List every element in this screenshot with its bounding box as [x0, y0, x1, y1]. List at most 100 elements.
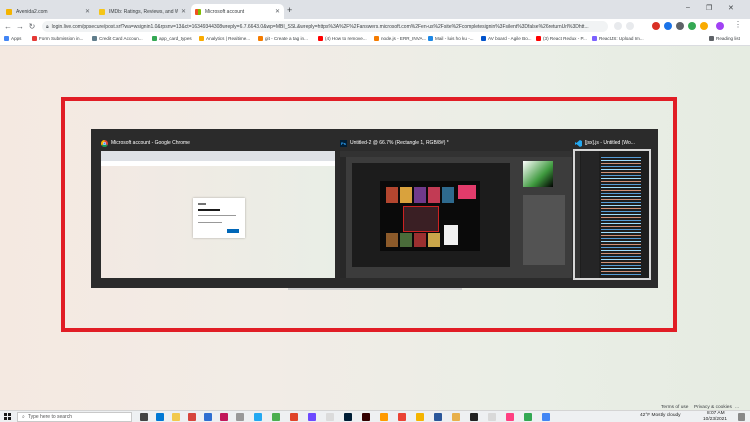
window-title-bar: Ps Untitled-2 @ 66.7% (Rectangle 1, RGB/…: [340, 137, 572, 149]
bookmark-icon: [199, 36, 204, 41]
app-icon[interactable]: [236, 413, 244, 421]
window-title-bar: Microsoft account - Google Chrome: [101, 137, 335, 149]
apps-icon: [4, 36, 9, 41]
bookmark-icon: [592, 36, 597, 41]
extension-icon[interactable]: [652, 22, 660, 30]
tab-microsoft-account[interactable]: Microsoft account ✕: [191, 4, 284, 19]
back-icon[interactable]: ←: [2, 22, 14, 31]
bookmark-item[interactable]: app_card_types: [152, 36, 192, 41]
close-tab-icon[interactable]: ✕: [275, 8, 280, 15]
app-icon[interactable]: [290, 413, 298, 421]
tab-title: Avenida2.com: [16, 8, 48, 15]
app-icon[interactable]: [488, 413, 496, 421]
bookmark-icon: [258, 36, 263, 41]
close-tab-icon[interactable]: ✕: [181, 8, 186, 15]
app-icon[interactable]: [204, 413, 212, 421]
app-icon[interactable]: [470, 413, 478, 421]
bookmark-star-icon[interactable]: [626, 22, 634, 30]
minimize-icon[interactable]: –: [686, 4, 690, 11]
file-explorer-icon[interactable]: [172, 413, 180, 421]
reading-list-icon: [709, 36, 714, 41]
signin-dialog-preview: [193, 198, 245, 238]
edge-icon[interactable]: [156, 413, 164, 421]
mail-icon: [428, 36, 433, 41]
browser-toolbar: ← → ↻ 🔒︎ login.live.com/ppsecure/post.sr…: [0, 19, 750, 34]
window-title: Microsoft account - Google Chrome: [111, 140, 190, 146]
maximize-icon[interactable]: ❐: [706, 4, 712, 12]
task-view-icon[interactable]: [140, 413, 148, 421]
photoshop-taskbar-icon[interactable]: [344, 413, 352, 421]
extension-icon[interactable]: [664, 22, 672, 30]
bookmark-item[interactable]: (3) React Redux - P...: [536, 36, 587, 41]
clock-time[interactable]: 8:07 AM: [707, 411, 725, 416]
tab-imdb[interactable]: IMDb: Ratings, Reviews, and Wh... ✕: [95, 4, 190, 19]
vscode-icon: [575, 139, 582, 147]
bookmark-item[interactable]: Mail - luis ho ku -...: [428, 36, 474, 41]
bookmark-icon: [92, 36, 97, 41]
bookmark-item[interactable]: AV board - Agile Bo...: [481, 36, 532, 41]
canvas-preview: [352, 163, 510, 267]
app-icon[interactable]: [398, 413, 406, 421]
forward-icon[interactable]: →: [14, 22, 26, 31]
switcher-shadow: [288, 288, 462, 290]
bookmark-item[interactable]: Credit Card Accoun...: [92, 36, 143, 41]
clock-date[interactable]: 10/23/2021: [703, 417, 727, 422]
illustrator-taskbar-icon[interactable]: [362, 413, 370, 421]
bookmark-item[interactable]: node.js - ERR_INVA...: [374, 36, 426, 41]
switcher-window-vscode[interactable]: [jsx].js - Untitled (Wo...: [573, 137, 651, 280]
avatar[interactable]: [716, 22, 724, 30]
app-icon[interactable]: [452, 413, 460, 421]
app-icon[interactable]: [524, 413, 532, 421]
taskbar-search[interactable]: ⌕ Type here to search: [17, 412, 132, 422]
app-icon[interactable]: [506, 413, 514, 421]
tab-avenida2[interactable]: Avenida2.com ✕: [2, 4, 94, 19]
close-tab-icon[interactable]: ✕: [85, 8, 90, 15]
bookmark-item[interactable]: (4) How to remove...: [318, 36, 367, 41]
bookmark-item[interactable]: Analytics | Realtime...: [199, 36, 250, 41]
close-window-icon[interactable]: ✕: [728, 4, 734, 12]
app-icon[interactable]: [272, 413, 280, 421]
windows-start-icon[interactable]: [4, 413, 11, 420]
tab-favicon-icon: [6, 8, 12, 15]
reading-list[interactable]: Reading list: [709, 36, 740, 41]
youtube-icon: [318, 36, 323, 41]
app-icon[interactable]: [220, 413, 228, 421]
app-icon[interactable]: [380, 413, 388, 421]
chrome-taskbar-icon[interactable]: [542, 413, 550, 421]
bookmark-icon: [374, 36, 379, 41]
new-tab-button[interactable]: +: [287, 5, 292, 15]
photoshop-icon: Ps: [340, 139, 347, 147]
bookmark-item[interactable]: git - Create a tag in...: [258, 36, 308, 41]
tab-favicon-icon: [99, 8, 105, 15]
extensions-puzzle-icon[interactable]: [700, 22, 708, 30]
bookmark-item[interactable]: ReactJS: Upload Im...: [592, 36, 644, 41]
tab-strip: Avenida2.com ✕ IMDb: Ratings, Reviews, a…: [0, 0, 750, 19]
search-icon: ⌕: [22, 414, 25, 420]
vscode-taskbar-icon[interactable]: [254, 413, 262, 421]
bookmark-apps[interactable]: Apps: [4, 36, 21, 41]
extension-icon[interactable]: [676, 22, 684, 30]
switcher-window-chrome[interactable]: Microsoft account - Google Chrome: [101, 137, 335, 278]
reload-icon[interactable]: ↻: [26, 22, 38, 31]
bookmark-item[interactable]: Form Submission in...: [32, 36, 83, 41]
bookmark-icon: [32, 36, 37, 41]
chrome-icon: [101, 139, 108, 147]
app-icon[interactable]: [308, 413, 316, 421]
app-icon[interactable]: [416, 413, 424, 421]
share-icon[interactable]: [614, 22, 622, 30]
window-preview: [573, 149, 651, 280]
lock-icon: 🔒︎: [46, 23, 49, 30]
switcher-window-photoshop[interactable]: Ps Untitled-2 @ 66.7% (Rectangle 1, RGB/…: [340, 137, 572, 278]
app-icon[interactable]: [326, 413, 334, 421]
window-title: Untitled-2 @ 66.7% (Rectangle 1, RGB/8#)…: [350, 140, 449, 146]
app-icon[interactable]: [434, 413, 442, 421]
app-icon[interactable]: [188, 413, 196, 421]
bookmark-icon: [152, 36, 157, 41]
address-bar[interactable]: 🔒︎ login.live.com/ppsecure/post.srf?wa=w…: [42, 21, 608, 32]
menu-icon[interactable]: ⋮: [734, 20, 742, 29]
code-preview: [601, 157, 641, 277]
window-preview: [340, 151, 572, 278]
extension-icon[interactable]: [688, 22, 696, 30]
weather-widget[interactable]: 42°F Mostly cloudy: [640, 413, 681, 418]
notification-icon[interactable]: [738, 413, 745, 421]
